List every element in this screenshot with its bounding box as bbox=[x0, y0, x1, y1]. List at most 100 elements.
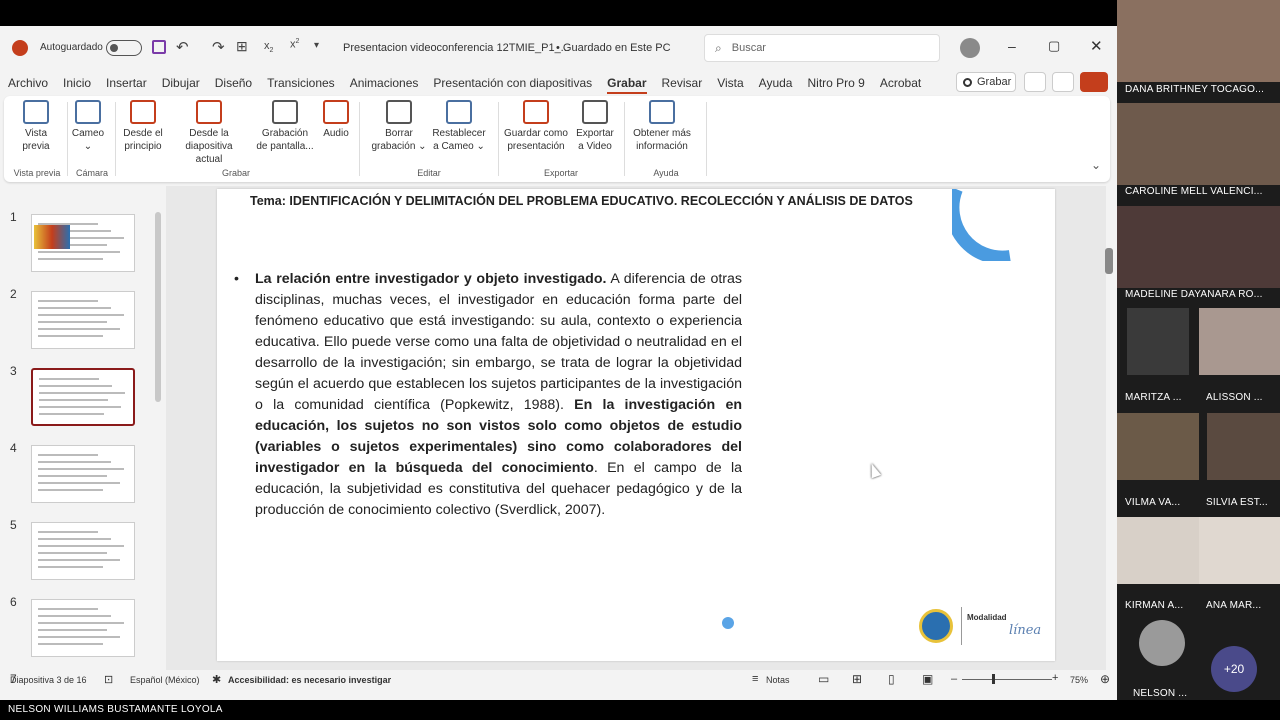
decorative-arc bbox=[952, 189, 1011, 261]
participant-video[interactable] bbox=[1199, 308, 1280, 375]
file-name: Presentacion videoconferencia 12TMIE_P1_… bbox=[343, 42, 570, 54]
minimize-button[interactable]: – bbox=[1008, 38, 1016, 54]
fit-slide-icon[interactable]: ⊕ bbox=[1100, 672, 1110, 686]
tab-nitro-pro-9[interactable]: Nitro Pro 9 bbox=[807, 76, 864, 94]
tab-revisar[interactable]: Revisar bbox=[662, 76, 703, 94]
save-status[interactable]: • Guardado en Este PC bbox=[556, 42, 671, 54]
maximize-button[interactable]: ▢ bbox=[1048, 38, 1060, 54]
tab-acrobat[interactable]: Acrobat bbox=[880, 76, 921, 94]
editor-scrollbar[interactable] bbox=[1105, 248, 1113, 274]
ribbon-button-3[interactable]: Desde la diapositiva actual bbox=[175, 100, 243, 166]
ribbon-separator bbox=[706, 102, 707, 176]
tab-dibujar[interactable]: Dibujar bbox=[162, 76, 200, 94]
participant-video[interactable] bbox=[1117, 517, 1199, 584]
participant-name: MARITZA ... bbox=[1125, 392, 1182, 403]
ribbon-button-label: Audio bbox=[323, 128, 349, 139]
participant-video[interactable] bbox=[1207, 413, 1280, 480]
tab-vista[interactable]: Vista bbox=[717, 76, 743, 94]
slide-sorter-icon[interactable]: ⊞ bbox=[852, 672, 862, 686]
slide-thumbnail[interactable] bbox=[31, 445, 135, 503]
zoom-slider[interactable] bbox=[962, 674, 1052, 684]
tab-insertar[interactable]: Insertar bbox=[106, 76, 147, 94]
status-bar: Diapositiva 3 de 16 ⊡ Español (México) ✱… bbox=[0, 670, 1117, 690]
slide-thumbnail[interactable] bbox=[31, 291, 135, 349]
search-placeholder: Buscar bbox=[731, 42, 766, 54]
ribbon-button-2[interactable]: Desde el principio bbox=[109, 100, 177, 153]
ribbon-button-sublabel: previa bbox=[22, 141, 50, 152]
close-button[interactable]: ✕ bbox=[1090, 37, 1103, 55]
slide-thumbnail[interactable] bbox=[31, 599, 135, 657]
slide-thumbnail[interactable] bbox=[31, 368, 135, 426]
reading-view-icon[interactable]: ▯ bbox=[888, 672, 895, 686]
language[interactable]: Español (México) bbox=[130, 675, 200, 685]
thumbnail-text-line bbox=[38, 531, 98, 533]
search-box[interactable]: ⌕ Buscar bbox=[704, 34, 940, 62]
participant-video[interactable] bbox=[1117, 413, 1199, 480]
tab-diseño[interactable]: Diseño bbox=[215, 76, 252, 94]
accessibility-icon[interactable]: ✱ bbox=[212, 673, 221, 686]
undo-icon[interactable]: ↶ bbox=[176, 38, 189, 56]
participant-video[interactable] bbox=[1117, 0, 1280, 82]
linea-logo-text: línea bbox=[1009, 623, 1042, 638]
redo-icon[interactable]: ↷ bbox=[212, 38, 225, 56]
cameo-toggle-icon[interactable] bbox=[1024, 72, 1046, 92]
tab-archivo[interactable]: Archivo bbox=[8, 76, 48, 94]
autosave-toggle[interactable] bbox=[106, 40, 142, 56]
current-slide[interactable]: Tema: IDENTIFICACIÓN Y DELIMITACIÓN DEL … bbox=[217, 189, 1055, 661]
zoom-out-icon[interactable]: – bbox=[951, 673, 957, 685]
thumbnail-image bbox=[34, 225, 70, 249]
thumbnail-text-line bbox=[38, 251, 120, 253]
save-icon[interactable] bbox=[152, 40, 166, 54]
thumbnail-text-line bbox=[38, 566, 103, 568]
notes-button[interactable]: Notas bbox=[766, 675, 790, 685]
comments-icon[interactable] bbox=[1052, 72, 1074, 92]
tab-ayuda[interactable]: Ayuda bbox=[759, 76, 793, 94]
participant-video[interactable] bbox=[1199, 517, 1280, 584]
preview-icon bbox=[23, 100, 49, 124]
tab-grabar[interactable]: Grabar bbox=[607, 76, 647, 94]
slide-thumbnail[interactable] bbox=[31, 214, 135, 272]
subscript-icon[interactable]: x2 bbox=[264, 40, 273, 54]
more-participants-badge[interactable]: +20 bbox=[1211, 646, 1257, 692]
participant-name: CAROLINE MELL VALENCI... bbox=[1125, 186, 1263, 197]
record-button[interactable]: Grabar bbox=[956, 72, 1016, 92]
participant-video[interactable] bbox=[1139, 620, 1185, 666]
ribbon-button-6[interactable]: Borrar grabación ⌄ bbox=[365, 100, 433, 153]
ribbon-button-8[interactable]: Guardar como presentación bbox=[502, 100, 570, 153]
thumbnail-text-line bbox=[39, 392, 125, 394]
present-icon[interactable]: ⊞ bbox=[236, 38, 248, 55]
ribbon-button-label: Guardar como bbox=[504, 128, 568, 139]
collapse-ribbon-icon[interactable]: ⌄ bbox=[1091, 158, 1101, 172]
slideshow-icon[interactable]: ▣ bbox=[922, 672, 933, 686]
thumbnail-text-line bbox=[38, 629, 107, 631]
tab-presentación-con-diapositivas[interactable]: Presentación con diapositivas bbox=[433, 76, 592, 94]
ribbon-button-9[interactable]: Exportar a Video bbox=[561, 100, 629, 153]
superscript-icon[interactable]: x2 bbox=[290, 38, 299, 51]
notes-icon[interactable]: ≡ bbox=[752, 673, 758, 685]
slide-thumbnail[interactable] bbox=[31, 522, 135, 580]
zoom-level[interactable]: 75% bbox=[1070, 675, 1088, 685]
ribbon-button-sublabel: presentación bbox=[507, 141, 565, 152]
participant-video[interactable] bbox=[1117, 206, 1280, 288]
thumbnail-text-line bbox=[39, 385, 112, 387]
thumbnail-text-line bbox=[38, 622, 124, 624]
ribbon-group-label: Exportar bbox=[543, 168, 578, 178]
participant-video[interactable] bbox=[1117, 103, 1280, 185]
tab-animaciones[interactable]: Animaciones bbox=[350, 76, 419, 94]
tab-inicio[interactable]: Inicio bbox=[63, 76, 91, 94]
user-avatar[interactable] bbox=[960, 38, 980, 58]
share-button[interactable] bbox=[1080, 72, 1108, 92]
spellcheck-icon[interactable]: ⊡ bbox=[104, 673, 113, 686]
ribbon-button-10[interactable]: Obtener más información bbox=[628, 100, 696, 153]
thumbnail-scrollbar[interactable] bbox=[155, 212, 161, 402]
tab-transiciones[interactable]: Transiciones bbox=[267, 76, 335, 94]
ribbon-button-7[interactable]: Restablecer a Cameo ⌄ bbox=[425, 100, 493, 153]
ribbon-button-sublabel: a Video bbox=[578, 141, 612, 152]
zoom-in-icon[interactable]: + bbox=[1052, 672, 1058, 684]
reset-cameo-icon bbox=[446, 100, 472, 124]
normal-view-icon[interactable]: ▭ bbox=[818, 672, 829, 686]
zoom-slider-thumb[interactable] bbox=[992, 674, 995, 684]
customize-toolbar-icon[interactable]: ▾ bbox=[314, 40, 319, 51]
participant-video[interactable] bbox=[1127, 308, 1189, 375]
accessibility-status[interactable]: Accesibilidad: es necesario investigar bbox=[228, 675, 391, 685]
